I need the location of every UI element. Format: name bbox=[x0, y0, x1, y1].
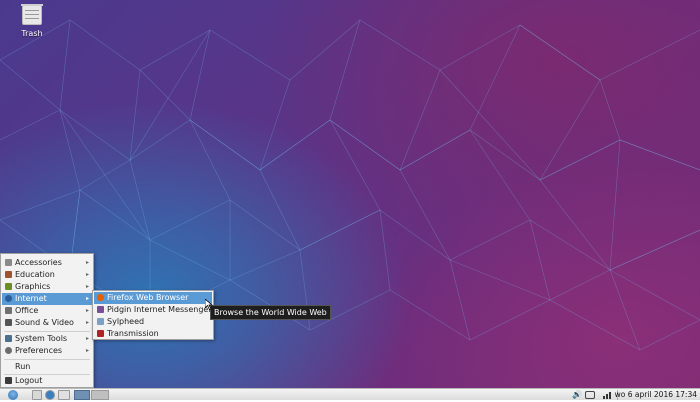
trash-icon bbox=[21, 4, 43, 25]
menu-item-label: Internet bbox=[15, 294, 47, 303]
firefox-icon bbox=[97, 294, 104, 301]
internet-submenu: Firefox Web Browser Pidgin Internet Mess… bbox=[92, 290, 214, 340]
menu-item-sound-video[interactable]: Sound & Video ▸ bbox=[2, 317, 92, 329]
keyboard-icon[interactable] bbox=[585, 391, 595, 399]
menu-item-label: System Tools bbox=[15, 334, 68, 343]
menu-item-firefox[interactable]: Firefox Web Browser bbox=[94, 292, 212, 304]
pidgin-icon bbox=[97, 306, 104, 313]
chevron-right-icon: ▸ bbox=[85, 307, 89, 314]
chevron-right-icon: ▸ bbox=[85, 283, 89, 290]
menu-item-preferences[interactable]: Preferences ▸ bbox=[2, 345, 92, 357]
system-tools-icon bbox=[5, 335, 12, 342]
menu-item-label: Firefox Web Browser bbox=[107, 293, 189, 302]
office-icon bbox=[5, 307, 12, 314]
desktop-icon-label: Trash bbox=[21, 29, 43, 38]
file-manager-launcher-button[interactable] bbox=[58, 390, 70, 400]
menu-item-label: Preferences bbox=[15, 346, 63, 355]
menu-item-accessories[interactable]: Accessories ▸ bbox=[2, 257, 92, 269]
graphics-icon bbox=[5, 283, 12, 290]
browser-launcher-button[interactable] bbox=[45, 390, 55, 400]
chevron-right-icon: ▸ bbox=[85, 347, 89, 354]
logout-icon bbox=[5, 377, 12, 384]
menu-item-system-tools[interactable]: System Tools ▸ bbox=[2, 333, 92, 345]
tooltip: Browse the World Wide Web bbox=[210, 305, 331, 320]
menu-item-label: Transmission bbox=[107, 329, 159, 338]
accessories-icon bbox=[5, 259, 12, 266]
menu-item-pidgin[interactable]: Pidgin Internet Messenger bbox=[94, 304, 212, 316]
workspace-1-button[interactable] bbox=[74, 390, 90, 400]
chevron-right-icon: ▸ bbox=[85, 271, 89, 278]
transmission-icon bbox=[97, 330, 104, 337]
network-icon[interactable] bbox=[603, 390, 613, 400]
start-menu-button[interactable] bbox=[2, 390, 24, 400]
menu-item-sylpheed[interactable]: Sylpheed bbox=[94, 316, 212, 328]
menu-item-office[interactable]: Office ▸ bbox=[2, 305, 92, 317]
menu-item-label: Sound & Video bbox=[15, 318, 74, 327]
menu-item-label: Accessories bbox=[15, 258, 62, 267]
menu-item-label: Run bbox=[15, 362, 31, 371]
chevron-right-icon: ▸ bbox=[85, 259, 89, 266]
sylpheed-icon bbox=[97, 318, 104, 325]
chevron-right-icon: ▸ bbox=[85, 335, 89, 342]
desktop-icon-trash[interactable]: Trash bbox=[14, 4, 50, 38]
menu-item-label: Sylpheed bbox=[107, 317, 145, 326]
mouse-pointer-icon bbox=[205, 299, 213, 310]
chevron-right-icon: ▸ bbox=[85, 319, 89, 326]
taskbar-panel: 🔊 wo 6 april 2016 17:34 bbox=[0, 388, 700, 400]
menu-item-label: Pidgin Internet Messenger bbox=[107, 305, 212, 314]
menu-item-education[interactable]: Education ▸ bbox=[2, 269, 92, 281]
volume-icon[interactable]: 🔊 bbox=[572, 390, 582, 400]
preferences-icon bbox=[5, 347, 12, 354]
workspace-2-button[interactable] bbox=[91, 390, 109, 400]
menu-separator bbox=[4, 359, 90, 360]
clock[interactable]: wo 6 april 2016 17:34 bbox=[615, 389, 697, 399]
menu-item-label: Education bbox=[15, 270, 55, 279]
menu-item-label: Office bbox=[15, 306, 39, 315]
menu-item-graphics[interactable]: Graphics ▸ bbox=[2, 281, 92, 293]
application-menu: Accessories ▸ Education ▸ Graphics ▸ Int… bbox=[0, 253, 94, 388]
education-icon bbox=[5, 271, 12, 278]
show-desktop-button[interactable] bbox=[32, 390, 42, 400]
chevron-right-icon: ▸ bbox=[85, 295, 89, 302]
sound-video-icon bbox=[5, 319, 12, 326]
lubuntu-logo-icon bbox=[8, 390, 18, 400]
internet-icon bbox=[5, 295, 12, 302]
menu-separator bbox=[4, 331, 90, 332]
menu-item-label: Graphics bbox=[15, 282, 51, 291]
menu-item-internet[interactable]: Internet ▸ bbox=[2, 293, 92, 305]
menu-item-logout[interactable]: Logout bbox=[2, 375, 92, 387]
menu-item-label: Logout bbox=[15, 376, 43, 385]
menu-item-run[interactable]: Run bbox=[2, 361, 92, 373]
menu-item-transmission[interactable]: Transmission bbox=[94, 328, 212, 340]
